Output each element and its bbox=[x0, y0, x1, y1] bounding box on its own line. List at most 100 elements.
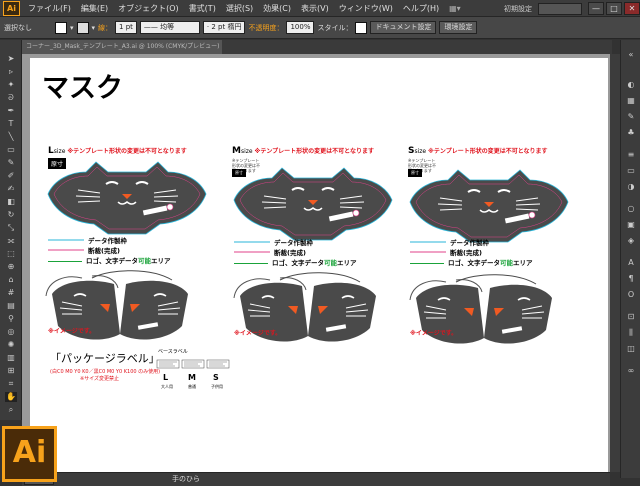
chevron-down-icon[interactable]: ▾ bbox=[70, 24, 74, 32]
transform-panel-icon[interactable]: ⊡ bbox=[625, 312, 637, 322]
symbol-sprayer-icon[interactable]: ✺ bbox=[5, 340, 17, 350]
type-tool-icon[interactable]: T bbox=[5, 119, 17, 129]
perspective-grid-icon[interactable]: ⌂ bbox=[5, 275, 17, 285]
control-bar: 選択なし ▾ ▾ 線： 1 pt —— 均等 · 2 pt 楕円 不透明度： 1… bbox=[0, 17, 640, 39]
brushes-panel-icon[interactable]: ✎ bbox=[625, 112, 637, 122]
opentype-panel-icon[interactable]: O bbox=[625, 290, 637, 300]
legend-logo-pre: ロゴ、文字データ bbox=[272, 259, 324, 267]
legend-logo-area: ロゴ、文字データ可能エリア bbox=[48, 255, 171, 265]
eraser-tool-icon[interactable]: ◧ bbox=[5, 197, 17, 207]
gradient-tool-icon[interactable]: ▤ bbox=[5, 301, 17, 311]
vertical-scrollbar[interactable] bbox=[610, 54, 620, 472]
stroke-profile-select[interactable]: —— 均等 bbox=[139, 21, 200, 34]
width-tool-icon[interactable]: ⟗ bbox=[5, 236, 17, 246]
menu-file[interactable]: ファイル(F) bbox=[23, 3, 76, 14]
collapse-panels-icon[interactable]: « bbox=[625, 50, 637, 60]
symbols-panel-icon[interactable]: ♣ bbox=[625, 128, 637, 138]
menu-view[interactable]: 表示(V) bbox=[296, 3, 334, 14]
preferences-button[interactable]: 環境設定 bbox=[439, 21, 478, 34]
maximize-button[interactable]: □ bbox=[606, 2, 622, 15]
links-panel-icon[interactable]: ∞ bbox=[625, 366, 637, 376]
opacity-field[interactable]: 100% bbox=[286, 21, 315, 34]
stroke-label[interactable]: 線： bbox=[98, 23, 112, 33]
appearance-panel-icon[interactable]: ○ bbox=[625, 204, 637, 214]
opacity-label[interactable]: 不透明度： bbox=[248, 23, 283, 33]
stroke-profile-value: 均等 bbox=[160, 23, 175, 31]
package-letter-s: S bbox=[213, 373, 219, 382]
pen-tool-icon[interactable]: ✒ bbox=[5, 106, 17, 116]
menu-object[interactable]: オブジェクト(O) bbox=[113, 3, 184, 14]
package-sub-l: 大人用 bbox=[161, 384, 173, 389]
current-tool-status[interactable]: 手のひら bbox=[172, 474, 200, 484]
menu-effect[interactable]: 効果(C) bbox=[258, 3, 296, 14]
package-sub-s: 子供用 bbox=[211, 384, 223, 389]
brush-select[interactable]: · 2 pt 楕円 bbox=[202, 21, 246, 34]
free-transform-icon[interactable]: ⬚ bbox=[5, 249, 17, 259]
transparency-panel-icon[interactable]: ◑ bbox=[625, 182, 637, 192]
selection-status: 選択なし bbox=[4, 23, 32, 32]
stroke-swatch[interactable] bbox=[76, 21, 89, 34]
pathfinder-panel-icon[interactable]: ◫ bbox=[625, 344, 637, 354]
chevron-down-icon[interactable]: ▾ bbox=[92, 24, 96, 32]
selection-tool-icon[interactable]: ➤ bbox=[5, 54, 17, 64]
legend-cut-line: 断裁(完成) bbox=[88, 247, 120, 255]
character-panel-icon[interactable]: A bbox=[625, 258, 637, 268]
artboard[interactable]: マスク Lsize ※テンプレート形状の変更は不可となります 原寸 Msize … bbox=[30, 58, 608, 472]
fill-swatch[interactable] bbox=[55, 21, 67, 34]
paragraph-panel-icon[interactable]: ¶ bbox=[625, 274, 637, 284]
legend-logo-pre: ロゴ、文字データ bbox=[448, 259, 500, 267]
legend-data-frame: データ作製枠 bbox=[88, 237, 127, 245]
app-logo-icon: Ai bbox=[3, 0, 20, 16]
pencil-tool-icon[interactable]: ✐ bbox=[5, 171, 17, 181]
menu-window[interactable]: ウィンドウ(W) bbox=[334, 3, 398, 14]
document-tab[interactable]: コーナー_3D_Mask_テンプレート_A3.ai @ 100% (CMYK/プ… bbox=[22, 40, 222, 54]
blob-brush-icon[interactable]: ✍ bbox=[5, 184, 17, 194]
stroke-weight-field[interactable]: 1 pt bbox=[115, 21, 137, 34]
flat-mask-m bbox=[233, 167, 393, 241]
minimize-button[interactable]: — bbox=[588, 2, 604, 15]
paintbrush-tool-icon[interactable]: ✎ bbox=[5, 158, 17, 168]
gradient-panel-icon[interactable]: ▭ bbox=[625, 166, 637, 176]
search-input[interactable] bbox=[538, 2, 582, 15]
mesh-tool-icon[interactable]: # bbox=[5, 288, 17, 298]
layers-panel-icon[interactable]: ◈ bbox=[625, 236, 637, 246]
artboard-tool-icon[interactable]: ⊞ bbox=[5, 366, 17, 376]
graphic-styles-icon[interactable]: ▣ bbox=[625, 220, 637, 230]
color-panel-icon[interactable]: ◐ bbox=[625, 80, 637, 90]
legend-data-frame: データ作製枠 bbox=[274, 239, 313, 247]
slice-tool-icon[interactable]: ⌗ bbox=[5, 379, 17, 389]
document-setup-button[interactable]: ドキュメント設定 bbox=[370, 21, 437, 34]
rotate-tool-icon[interactable]: ↻ bbox=[5, 210, 17, 220]
menu-select[interactable]: 選択(S) bbox=[221, 3, 258, 14]
direct-selection-tool-icon[interactable]: ▹ bbox=[5, 67, 17, 77]
package-label-title: 「パッケージラベル」 bbox=[50, 352, 160, 365]
eyedropper-tool-icon[interactable]: ⚲ bbox=[5, 314, 17, 324]
close-button[interactable]: ✕ bbox=[624, 2, 640, 15]
lasso-tool-icon[interactable]: ᘐ bbox=[5, 93, 17, 103]
scale-tool-icon[interactable]: ⤡ bbox=[5, 223, 17, 233]
image-note: ※イメージです。 bbox=[48, 328, 96, 335]
hand-tool-icon[interactable]: ✋ bbox=[5, 392, 17, 402]
zoom-tool-icon[interactable]: ⌕ bbox=[5, 405, 17, 415]
graph-tool-icon[interactable]: ▥ bbox=[5, 353, 17, 363]
swatches-panel-icon[interactable]: ▦ bbox=[625, 96, 637, 106]
bridge-icon[interactable]: ▦▾ bbox=[444, 4, 466, 13]
legend-data-frame: データ作製枠 bbox=[450, 239, 489, 247]
style-swatch[interactable] bbox=[355, 21, 368, 34]
package-sub-m: 普通 bbox=[188, 384, 196, 389]
status-bar: 手のひら bbox=[22, 472, 610, 486]
workspace-switcher[interactable]: 初期設定 bbox=[498, 4, 538, 14]
menu-edit[interactable]: 編集(E) bbox=[76, 3, 113, 14]
align-panel-icon[interactable]: ⫼ bbox=[625, 328, 637, 338]
legend-logo-green: 可能 bbox=[138, 257, 151, 265]
stroke-panel-icon[interactable]: ≡ bbox=[625, 150, 637, 160]
magic-wand-icon[interactable]: ✦ bbox=[5, 80, 17, 90]
line-tool-icon[interactable]: ╲ bbox=[5, 132, 17, 142]
rectangle-tool-icon[interactable]: ▭ bbox=[5, 145, 17, 155]
canvas[interactable]: マスク Lsize ※テンプレート形状の変更は不可となります 原寸 Msize … bbox=[22, 54, 610, 472]
menu-help[interactable]: ヘルプ(H) bbox=[398, 3, 444, 14]
shape-builder-icon[interactable]: ⊕ bbox=[5, 262, 17, 272]
blend-tool-icon[interactable]: ◎ bbox=[5, 327, 17, 337]
menu-type[interactable]: 書式(T) bbox=[184, 3, 221, 14]
flat-mask-l bbox=[47, 161, 207, 235]
